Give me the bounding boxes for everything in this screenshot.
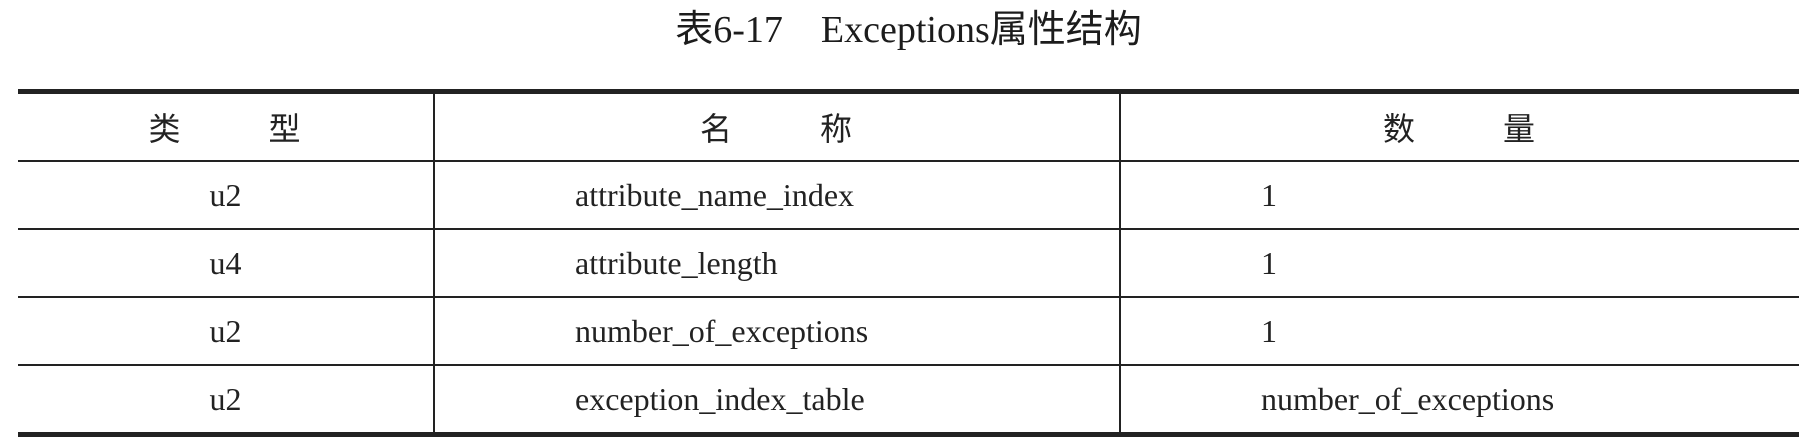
table-row: u2 attribute_name_index 1 [18,161,1799,229]
header-type-char-1: 类 [148,110,183,148]
table-row: u4 attribute_length 1 [18,228,1799,297]
header-type: 类型 [18,91,434,162]
cell-name: attribute_name_index [433,161,1120,229]
cell-name: number_of_exceptions [433,296,1120,365]
cell-type: u4 [18,228,434,297]
cell-type: u2 [209,176,242,213]
header-count-char-2: 量 [1503,110,1538,148]
cell-type: u2 [18,364,434,435]
table-row: u2 number_of_exceptions 1 [18,296,1799,365]
cell-count: number_of_exceptions [1119,364,1799,435]
cell-count: 1 [1119,228,1799,297]
header-name-char-1: 名 [699,110,734,148]
table-caption: 表6-17 Exceptions属性结构 [675,8,1142,51]
cell-type: u2 [18,296,434,365]
header-type-char-2: 型 [268,110,303,148]
header-count: 数量 [1119,91,1799,162]
cell-name: exception_index_table [433,364,1120,435]
cell-name: attribute_length [433,228,1120,297]
cell-count: 1 [1119,296,1799,365]
header-count-char-1: 数 [1382,110,1417,148]
table-header-row: 类型 名称 数量 [18,91,1799,162]
table-row: u2 exception_index_table number_of_excep… [18,364,1799,435]
header-name-char-2: 称 [820,110,855,148]
cell-count: 1 [1119,161,1799,229]
header-name: 名称 [433,91,1120,162]
exceptions-attribute-table: 类型 名称 数量 u2 attribute_name_index 1 u4 at… [18,89,1799,437]
